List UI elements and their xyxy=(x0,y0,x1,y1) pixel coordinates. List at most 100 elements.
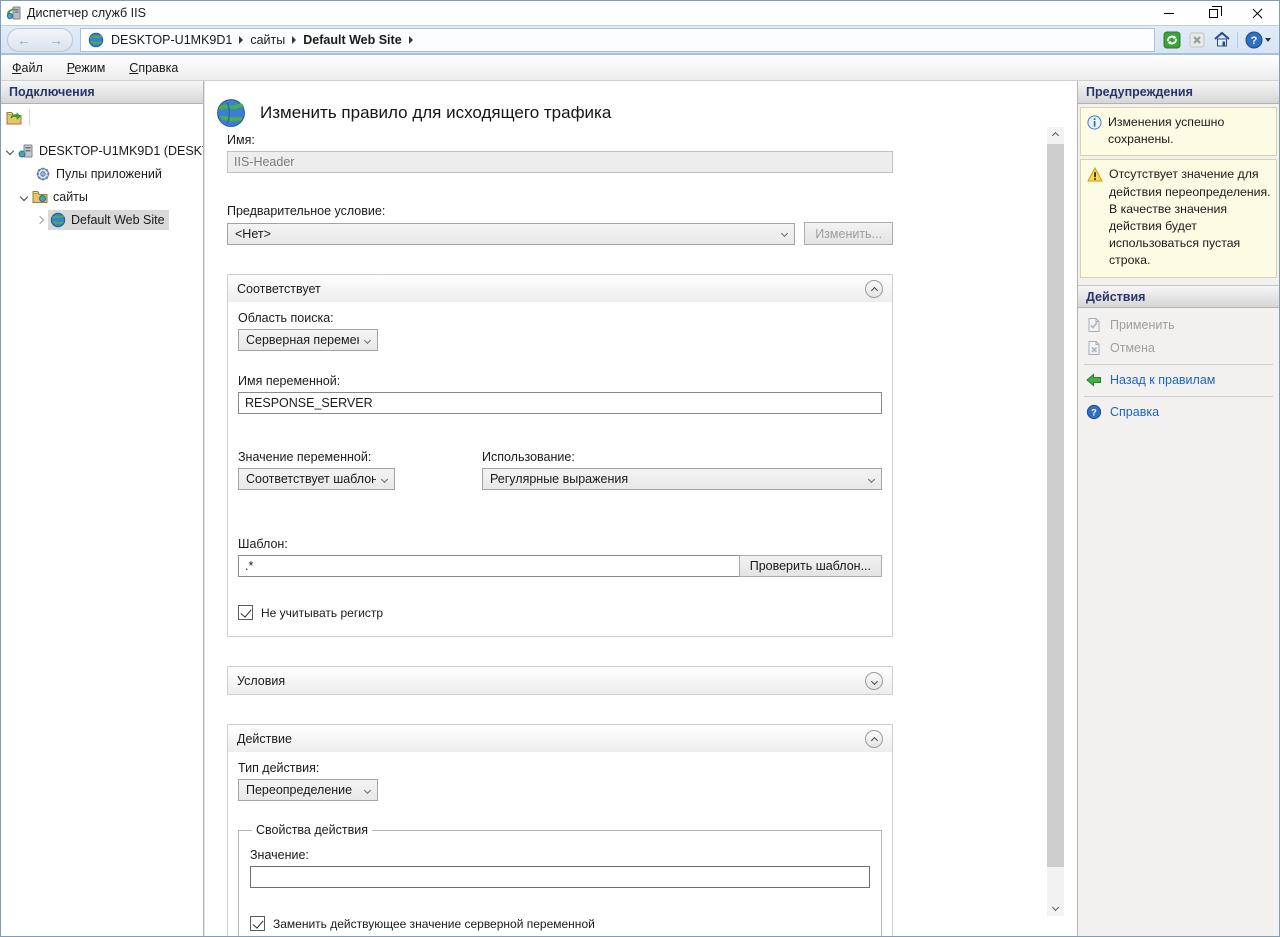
replace-value-checkbox[interactable] xyxy=(250,916,265,931)
edit-precondition-button[interactable]: Изменить... xyxy=(804,222,893,245)
save-connection-icon[interactable] xyxy=(6,110,22,126)
action-type-value: Переопределение xyxy=(246,783,359,797)
actions-header: Действия xyxy=(1078,285,1279,308)
action-value-label: Значение: xyxy=(250,848,870,862)
scope-label: Область поиска: xyxy=(238,311,882,325)
menu-file[interactable]: Файл xyxy=(12,61,43,75)
info-icon xyxy=(1087,115,1102,130)
collapse-button[interactable] xyxy=(865,730,883,748)
chevron-down-icon xyxy=(364,336,371,343)
main-pane: Изменить правило для исходящего трафика … xyxy=(204,81,1077,936)
close-button[interactable] xyxy=(1235,1,1279,25)
help-menu-button[interactable]: ? xyxy=(1243,30,1273,49)
window-title: Диспетчер служб IIS xyxy=(27,6,1147,20)
breadcrumb-item-site[interactable]: Default Web Site xyxy=(303,33,401,47)
rule-form: Имя: Предварительное условие: <Нет> Изме… xyxy=(227,133,893,936)
actions-separator xyxy=(1084,364,1273,365)
svg-text:?: ? xyxy=(1251,35,1258,47)
ignore-case-checkbox[interactable] xyxy=(238,605,253,620)
breadcrumb-item-server[interactable]: DESKTOP-U1MK9D1 xyxy=(111,33,232,47)
site-globe-icon xyxy=(50,212,66,228)
breadcrumb-arrow-icon[interactable] xyxy=(292,36,296,44)
page-globe-icon xyxy=(215,97,247,129)
ignore-case-label: Не учитывать регистр xyxy=(261,606,383,620)
conditions-section-header[interactable]: Условия xyxy=(228,667,892,694)
back-to-rules-label: Назад к правилам xyxy=(1110,373,1215,387)
tree-item-label: Пулы приложений xyxy=(56,167,162,181)
forward-button[interactable]: → xyxy=(49,32,63,48)
variable-name-label: Имя переменной: xyxy=(238,374,882,388)
collapse-button[interactable] xyxy=(865,280,883,298)
cancel-label: Отмена xyxy=(1110,341,1155,355)
restore-button[interactable] xyxy=(1191,1,1235,25)
breadcrumb-arrow-icon[interactable] xyxy=(239,36,243,44)
menu-help[interactable]: Справка xyxy=(129,61,178,75)
action-properties-legend: Свойства действия xyxy=(252,823,372,837)
action-value-field[interactable] xyxy=(250,866,870,888)
variable-value-value: Соответствует шаблону xyxy=(246,472,376,486)
tree-item-sites[interactable]: сайты xyxy=(1,185,203,208)
warning-icon xyxy=(1087,167,1103,182)
back-to-rules-action[interactable]: Назад к правилам xyxy=(1078,369,1279,392)
connections-toolbar xyxy=(1,104,203,131)
match-section: Соответствует Область поиска: Серверная … xyxy=(227,274,893,637)
action-section-header[interactable]: Действие xyxy=(228,725,892,752)
variable-name-field[interactable] xyxy=(238,392,882,414)
scrollbar-thumb[interactable] xyxy=(1047,144,1064,867)
stop-button[interactable] xyxy=(1187,30,1207,49)
address-toolbar: ? xyxy=(1162,30,1273,49)
selected-tree-item[interactable]: Default Web Site xyxy=(48,210,169,230)
vertical-scrollbar[interactable] xyxy=(1047,127,1064,916)
back-button[interactable]: ← xyxy=(17,32,31,48)
pattern-field[interactable] xyxy=(238,555,739,577)
tree-item-server[interactable]: DESKTOP-U1MK9D1 (DESKTOP xyxy=(1,139,203,162)
help-action[interactable]: ? Справка xyxy=(1078,401,1279,424)
address-bar: ← → DESKTOP-U1MK9D1 сайты Default Web Si… xyxy=(1,25,1279,55)
precondition-label: Предварительное условие: xyxy=(227,204,893,218)
chevron-up-icon xyxy=(1052,132,1059,139)
refresh-button[interactable] xyxy=(1162,30,1182,49)
help-icon: ? xyxy=(1086,404,1102,420)
scope-select[interactable]: Серверная переменн xyxy=(238,329,378,351)
apply-action[interactable]: Применить xyxy=(1078,314,1279,337)
expand-button[interactable] xyxy=(865,672,883,690)
tree-item-label: DESKTOP-U1MK9D1 (DESKTOP xyxy=(39,144,203,158)
breadcrumb-item-sites[interactable]: сайты xyxy=(250,33,285,47)
svg-text:?: ? xyxy=(1091,408,1097,418)
scroll-down-button[interactable] xyxy=(1047,899,1064,916)
precondition-select[interactable]: <Нет> xyxy=(227,223,795,245)
menu-view[interactable]: Режим xyxy=(67,61,106,75)
help-icon: ? xyxy=(1245,31,1263,49)
breadcrumb-arrow-icon[interactable] xyxy=(409,36,413,44)
tree-item-default-web-site[interactable]: Default Web Site xyxy=(1,208,203,231)
chevron-up-icon xyxy=(870,737,877,744)
ignore-case-row[interactable]: Не учитывать регистр xyxy=(238,605,882,620)
home-button[interactable] xyxy=(1212,30,1232,49)
minimize-button[interactable] xyxy=(1147,1,1191,25)
tree-item-app-pools[interactable]: Пулы приложений xyxy=(1,162,203,185)
back-arrow-icon xyxy=(1086,372,1102,388)
chevron-down-icon[interactable] xyxy=(20,192,28,200)
precondition-value: <Нет> xyxy=(235,227,776,241)
variable-value-label: Значение переменной: xyxy=(238,450,473,464)
breadcrumb[interactable]: DESKTOP-U1MK9D1 сайты Default Web Site xyxy=(80,28,1155,52)
actions-list: Применить Отмена Назад к правилам xyxy=(1078,308,1279,424)
match-section-header[interactable]: Соответствует xyxy=(228,275,892,302)
chevron-down-icon[interactable] xyxy=(6,146,14,154)
stop-icon xyxy=(1189,32,1205,48)
scroll-up-button[interactable] xyxy=(1047,127,1064,144)
cancel-action[interactable]: Отмена xyxy=(1078,337,1279,360)
replace-value-row[interactable]: Заменить действующее значение серверной … xyxy=(250,916,870,931)
connections-tree: DESKTOP-U1MK9D1 (DESKTOP Пулы приложений xyxy=(1,131,203,936)
chevron-down-icon xyxy=(364,786,371,793)
actions-separator xyxy=(1084,396,1273,397)
action-type-select[interactable]: Переопределение xyxy=(238,779,378,801)
home-icon xyxy=(1213,31,1231,48)
chevron-right-icon[interactable] xyxy=(36,215,44,223)
close-icon xyxy=(1252,8,1263,19)
test-pattern-button[interactable]: Проверить шаблон... xyxy=(739,555,882,577)
using-select[interactable]: Регулярные выражения xyxy=(482,468,882,490)
replace-value-label: Заменить действующее значение серверной … xyxy=(273,917,595,931)
using-value: Регулярные выражения xyxy=(490,472,863,486)
variable-value-select[interactable]: Соответствует шаблону xyxy=(238,468,395,490)
